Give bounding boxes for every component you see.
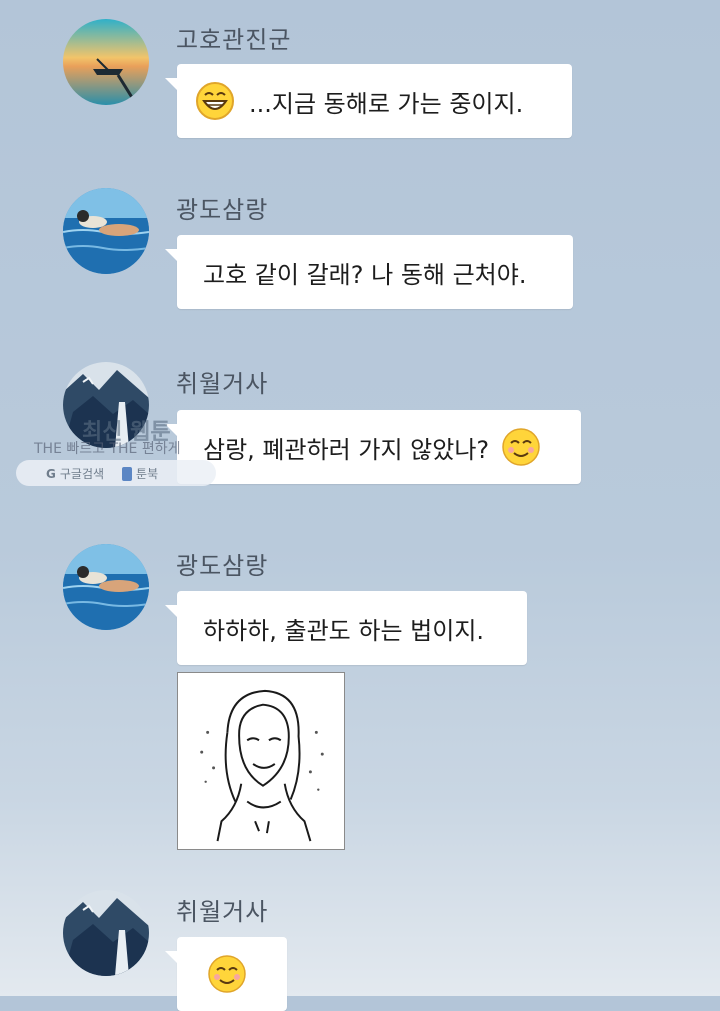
toonbook-link[interactable]: 툰북: [122, 465, 158, 482]
message-text: ...지금 동해로 가는 중이지.: [249, 89, 524, 118]
book-icon: [122, 467, 133, 481]
message-text: 삼랑, 폐관하러 가지 않았나?: [203, 435, 490, 464]
sender-name: 광도삼랑: [176, 552, 269, 580]
smug-longhair-man-sticker[interactable]: [177, 672, 345, 850]
message-text: 하하하, 출관도 하는 법이지.: [203, 616, 485, 645]
sea-swimmer-avatar[interactable]: [63, 188, 149, 274]
sender-name: 취월거사: [176, 898, 269, 926]
google-icon: G: [46, 466, 56, 481]
sea-swimmer-avatar[interactable]: [63, 544, 149, 630]
watermark-links: G 구글검색 툰북: [16, 460, 216, 486]
message-bubble[interactable]: 하하하, 출관도 하는 법이지.: [165, 591, 527, 665]
sender-name: 고호관진군: [176, 26, 292, 54]
message-text: 고호 같이 갈래? 나 동해 근처야.: [203, 260, 527, 289]
boat-sunset-avatar[interactable]: [63, 19, 149, 105]
smiling-face-icon: [501, 427, 541, 467]
message-bubble[interactable]: 삼랑, 폐관하러 가지 않았나?: [165, 410, 581, 484]
smiling-face-icon: [207, 954, 247, 994]
sender-name: 광도삼랑: [176, 196, 269, 224]
message-bubble[interactable]: 고호 같이 갈래? 나 동해 근처야.: [165, 235, 573, 309]
message-bubble[interactable]: ...지금 동해로 가는 중이지.: [165, 64, 572, 138]
grinning-face-icon: [195, 81, 235, 121]
message-bubble[interactable]: [165, 937, 287, 1011]
google-search-label: 구글검색: [59, 466, 105, 481]
toonbook-label: 툰북: [136, 466, 159, 481]
sender-name: 취월거사: [176, 370, 269, 398]
mountain-waterfall-avatar[interactable]: [63, 890, 149, 976]
watermark-subtitle: THE 빠르고 THE 편하게: [34, 441, 181, 457]
google-search-link[interactable]: G 구글검색: [46, 465, 104, 482]
watermark-overlay: 최신 웹툰 THE 빠르고 THE 편하게 G 구글검색 툰북: [14, 414, 220, 490]
